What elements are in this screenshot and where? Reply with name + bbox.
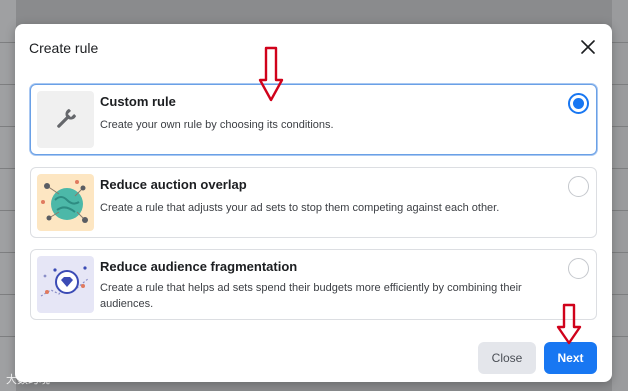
- globe-network-icon: [37, 174, 94, 231]
- option-custom-rule[interactable]: Custom rule Create your own rule by choo…: [30, 84, 597, 155]
- next-button[interactable]: Next: [544, 342, 597, 374]
- background-divider: [0, 210, 16, 211]
- close-icon-glyph: [581, 40, 595, 54]
- background-divider: [612, 336, 628, 337]
- background-divider: [0, 336, 16, 337]
- background-divider: [0, 126, 16, 127]
- option-description: Create a rule that adjusts your ad sets …: [100, 202, 500, 214]
- background-left-panel: [0, 0, 16, 391]
- background-divider: [612, 210, 628, 211]
- background-divider: [612, 42, 628, 43]
- audience-target-icon: [37, 256, 94, 313]
- radio-reduce-auction-overlap[interactable]: [568, 176, 589, 197]
- option-description: Create your own rule by choosing its con…: [100, 119, 334, 131]
- close-button[interactable]: Close: [478, 342, 536, 374]
- background-divider: [0, 294, 16, 295]
- background-divider: [0, 252, 16, 253]
- wrench-icon: [37, 91, 94, 148]
- background-divider: [0, 42, 16, 43]
- option-title: Reduce auction overlap: [100, 177, 247, 192]
- background-divider: [612, 252, 628, 253]
- radio-reduce-audience-fragmentation[interactable]: [568, 258, 589, 279]
- dialog-title: Create rule: [29, 40, 99, 56]
- option-title: Reduce audience fragmentation: [100, 259, 298, 274]
- option-reduce-auction-overlap[interactable]: Reduce auction overlap Create a rule tha…: [30, 167, 597, 238]
- annotation-arrow-down: [258, 46, 284, 102]
- watermark-text: 大数跨境: [6, 374, 50, 386]
- watermark: 大数跨境: [6, 371, 50, 387]
- option-title: Custom rule: [100, 94, 176, 109]
- background-right-panel: [612, 0, 628, 391]
- background-divider: [0, 168, 16, 169]
- close-icon[interactable]: [578, 37, 598, 57]
- create-rule-dialog: Create rule Custom rule Create your own …: [15, 24, 612, 382]
- background-divider: [612, 84, 628, 85]
- radio-custom-rule[interactable]: [568, 93, 589, 114]
- background-divider: [612, 126, 628, 127]
- background-divider: [0, 84, 16, 85]
- background-divider: [612, 294, 628, 295]
- annotation-arrow-down: [556, 303, 582, 345]
- background-divider: [612, 168, 628, 169]
- option-description: Create a rule that helps ad sets spend t…: [100, 282, 522, 310]
- option-reduce-audience-fragmentation[interactable]: Reduce audience fragmentation Create a r…: [30, 249, 597, 320]
